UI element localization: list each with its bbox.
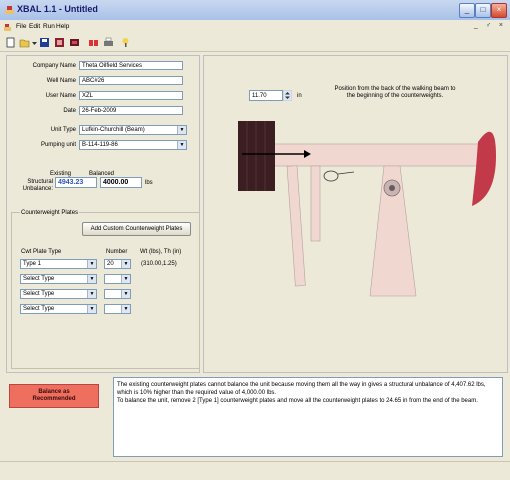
balance-as-recommended-button[interactable]: Balance as Recommended bbox=[9, 384, 99, 408]
plate-type-select-2[interactable]: Select Type ▼ bbox=[20, 274, 97, 284]
pumping-unit-diagram bbox=[238, 121, 496, 297]
plate-number-select-2[interactable]: ▼ bbox=[104, 274, 131, 284]
chevron-down-icon[interactable]: ▼ bbox=[87, 290, 96, 298]
document-icon bbox=[4, 24, 11, 31]
pumping-unit-label: Pumping unit bbox=[40, 142, 76, 148]
chevron-down-icon[interactable]: ▼ bbox=[87, 305, 96, 313]
plate-number-value-1: 20 bbox=[107, 261, 114, 267]
plate-number-select-4[interactable]: ▼ bbox=[104, 304, 131, 314]
plate-number-select-3[interactable]: ▼ bbox=[104, 289, 131, 299]
unit-type-value: Lufkin-Churchill (Beam) bbox=[82, 127, 145, 133]
user-name-label: User Name bbox=[45, 93, 76, 99]
status-bar bbox=[0, 461, 510, 480]
menu-run[interactable]: Run bbox=[43, 23, 55, 30]
lbs-unit-label: lbs bbox=[145, 180, 153, 186]
toolbar bbox=[0, 35, 510, 52]
close-button[interactable]: × bbox=[491, 3, 507, 18]
user-name-field[interactable]: XZL bbox=[79, 91, 183, 100]
message-paragraph-1: The existing counterweight plates cannot… bbox=[117, 382, 486, 396]
horsehead bbox=[472, 131, 496, 206]
app-icon bbox=[5, 6, 14, 14]
plate-type-select-1[interactable]: Type 1 ▼ bbox=[20, 259, 97, 269]
pumping-unit-value: B-114-119-86 bbox=[82, 142, 118, 148]
plate-type-value-3: Select Type bbox=[23, 291, 55, 297]
unit-icon[interactable] bbox=[69, 37, 80, 48]
menu-edit[interactable]: Edit bbox=[29, 23, 40, 30]
menu-help[interactable]: Help bbox=[56, 23, 69, 30]
col-plate-type: Cwt Plate Type bbox=[21, 249, 62, 255]
help-icon[interactable] bbox=[120, 37, 131, 48]
existing-unbalance-value: 4943.23 bbox=[55, 177, 97, 188]
plate-type-value-1: Type 1 bbox=[23, 261, 42, 267]
new-icon[interactable] bbox=[5, 37, 16, 48]
recommendation-message: The existing counterweight plates cannot… bbox=[113, 377, 503, 457]
col-number: Number bbox=[106, 249, 128, 255]
plate-type-value-2: Select Type bbox=[23, 276, 55, 282]
well-name-field[interactable]: ABC#26 bbox=[79, 76, 183, 85]
menu-file[interactable]: File bbox=[16, 23, 26, 30]
unbalance-label: Unbalance: bbox=[22, 186, 53, 192]
walking-beam bbox=[271, 143, 480, 167]
company-name-label: Company Name bbox=[32, 63, 76, 69]
mdi-window-buttons[interactable]: _ ♂ × bbox=[474, 22, 506, 29]
message-paragraph-2: To balance the unit, remove 2 [Type 1] c… bbox=[117, 398, 478, 404]
date-label: Date bbox=[63, 108, 76, 114]
window-title: XBAL 1.1 - Untitled bbox=[17, 4, 98, 14]
plate-info-1: (310.00,1.25) bbox=[141, 261, 177, 267]
plate-type-select-3[interactable]: Select Type ▼ bbox=[20, 289, 97, 299]
minimize-button[interactable]: _ bbox=[459, 3, 475, 18]
well-name-label: Well Name bbox=[46, 78, 76, 84]
chevron-down-icon[interactable]: ▼ bbox=[177, 141, 186, 149]
maximize-button[interactable]: □ bbox=[475, 3, 491, 18]
chevron-down-icon[interactable]: ▼ bbox=[87, 275, 96, 283]
balanced-unbalance-value[interactable]: 4000.00 bbox=[100, 177, 142, 188]
chevron-down-icon[interactable]: ▼ bbox=[177, 126, 186, 134]
date-field[interactable]: 26-Feb-2009 bbox=[79, 106, 183, 115]
unit-type-label: Unit Type bbox=[50, 127, 76, 133]
counterweight-plates-title: Counterweight Plates bbox=[20, 210, 80, 216]
structural-label: Structural bbox=[27, 179, 53, 185]
plate-type-select-4[interactable]: Select Type ▼ bbox=[20, 304, 97, 314]
menu-bar: File Edit Run Help _ ♂ × bbox=[0, 21, 510, 34]
chevron-down-icon[interactable]: ▼ bbox=[121, 305, 130, 313]
plates-icon[interactable] bbox=[88, 37, 99, 48]
company-name-field[interactable]: Theta Oilfield Services bbox=[79, 61, 183, 70]
chevron-down-icon[interactable]: ▼ bbox=[121, 290, 130, 298]
col-weight-thickness: Wt (lbs), Th (in) bbox=[140, 249, 182, 255]
save-icon[interactable] bbox=[39, 37, 50, 48]
app-window: XBAL 1.1 - Untitled _ □ × File Edit Run … bbox=[0, 0, 510, 480]
report-icon[interactable] bbox=[54, 37, 65, 48]
chevron-down-icon[interactable]: ▼ bbox=[87, 260, 96, 268]
print-icon[interactable] bbox=[103, 37, 114, 48]
chevron-down-icon[interactable]: ▼ bbox=[121, 275, 130, 283]
plate-number-select-1[interactable]: 20 ▼ bbox=[104, 259, 131, 269]
balance-button-line-2: Recommended bbox=[32, 396, 76, 402]
balance-button-line-1: Balance as bbox=[38, 389, 70, 395]
add-custom-plates-button[interactable]: Add Custom Counterweight Plates bbox=[82, 222, 191, 236]
title-bar: XBAL 1.1 - Untitled _ □ × bbox=[0, 0, 510, 20]
plate-type-value-4: Select Type bbox=[23, 306, 55, 312]
pitman-arm bbox=[286, 165, 306, 287]
chevron-down-icon[interactable]: ▼ bbox=[121, 260, 130, 268]
pumping-unit-select[interactable]: B-114-119-86 ▼ bbox=[79, 140, 187, 150]
crank-arm bbox=[310, 165, 321, 242]
unit-type-select[interactable]: Lufkin-Churchill (Beam) ▼ bbox=[79, 125, 187, 135]
